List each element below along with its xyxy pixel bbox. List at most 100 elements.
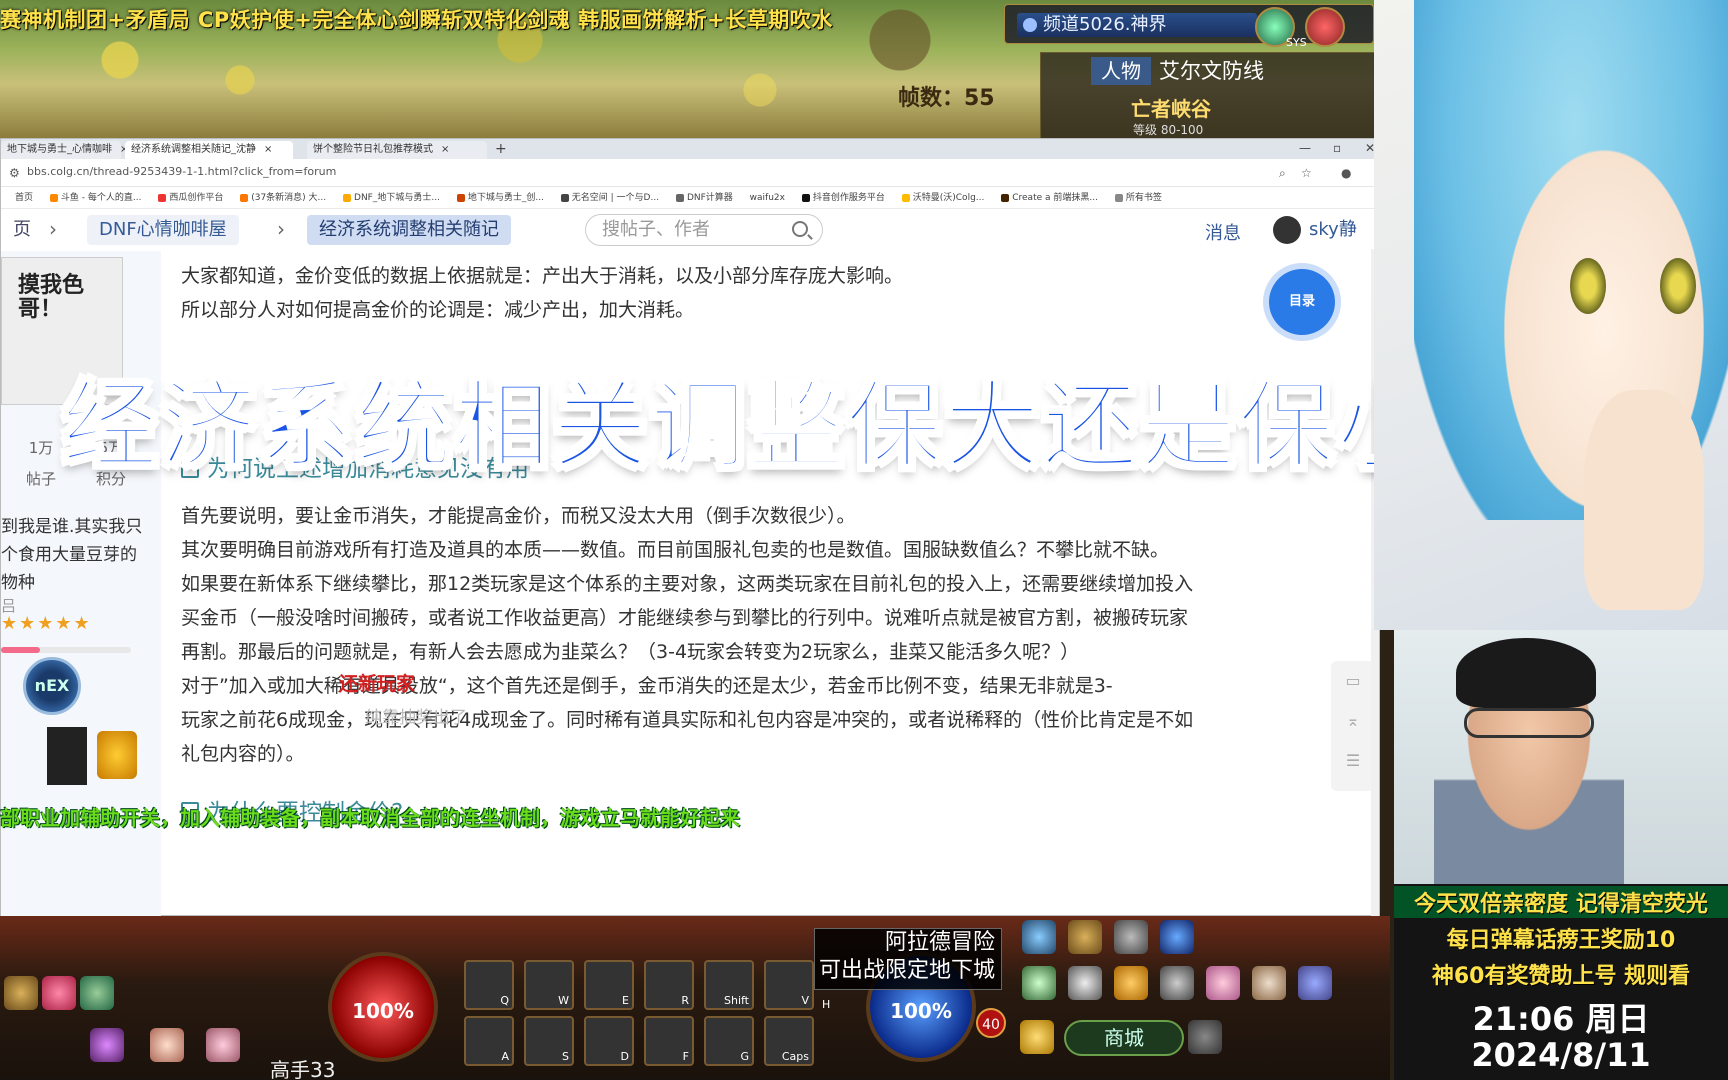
- pet-icon[interactable]: [1160, 920, 1194, 954]
- bookmark-label: DNF计算器: [686, 193, 733, 203]
- hp-orb: 100%: [328, 952, 438, 1062]
- paragraph: 再割。那最后的问题就是，有新人会去愿成为韭菜么？（3-4玩家会转变为2玩家么，韭…: [181, 641, 1080, 663]
- search-icon[interactable]: [792, 221, 808, 237]
- menu-icon[interactable]: [1022, 920, 1056, 954]
- anime-character-overlay: [1374, 0, 1728, 630]
- close-icon[interactable]: ×: [441, 144, 449, 155]
- skill-slot[interactable]: Shift: [704, 960, 754, 1010]
- skill-slot[interactable]: W: [524, 960, 574, 1010]
- comment-icon[interactable]: ▭: [1331, 661, 1375, 701]
- heart-icon[interactable]: [42, 976, 76, 1010]
- breadcrumb-thread[interactable]: 经济系统调整相关随记: [307, 215, 511, 245]
- profile-icon[interactable]: ●: [1341, 166, 1351, 180]
- skill-slot[interactable]: R: [644, 960, 694, 1010]
- bookmark-item[interactable]: 地下城与勇士_创...: [456, 187, 544, 208]
- mail-icon[interactable]: [1022, 966, 1056, 1000]
- user-menu[interactable]: sky静: [1273, 215, 1357, 244]
- shop-button[interactable]: 商城: [1064, 1020, 1184, 1056]
- channel-icon: [1023, 18, 1037, 32]
- item-icon[interactable]: [80, 976, 114, 1010]
- site-settings-icon[interactable]: ⚙: [9, 166, 20, 180]
- bookmark-item[interactable]: 首页: [15, 187, 33, 208]
- close-icon[interactable]: ×: [264, 144, 272, 155]
- skill-key: D: [620, 1050, 629, 1063]
- item-icon[interactable]: [4, 976, 38, 1010]
- paragraph: 对于”加入或加大稀有道具投放“，这个首先还是倒手，金币消失的还是太少，若金币比例…: [181, 675, 1113, 697]
- bookmark-label: Create a 前端抹黑...: [1012, 193, 1098, 203]
- skill-slot[interactable]: F: [644, 1016, 694, 1066]
- bookmark-item[interactable]: 斗鱼 - 每个人的直...: [49, 187, 141, 208]
- skill-slot[interactable]: Caps: [764, 1016, 814, 1066]
- bookmark-icon: [801, 193, 810, 202]
- nex-badge-icon[interactable]: nEX: [23, 657, 81, 715]
- tab-character[interactable]: 人物: [1091, 57, 1151, 85]
- grid-icon[interactable]: [1188, 1020, 1222, 1054]
- menu-orb-icon[interactable]: [1305, 7, 1345, 47]
- browser-tab[interactable]: 地下城与勇士_心情咖啡×: [1, 141, 128, 159]
- rating-stars: ★★★★★: [1, 613, 92, 634]
- skill-key: A: [501, 1050, 509, 1063]
- bookmark-item[interactable]: waifu2x: [750, 187, 785, 208]
- item-icon[interactable]: [90, 1028, 124, 1062]
- chevron-right-icon: ›: [49, 217, 57, 241]
- medal-badge-icon[interactable]: [47, 727, 87, 785]
- gift-icon[interactable]: [1298, 966, 1332, 1000]
- skill-slot[interactable]: A: [464, 1016, 514, 1066]
- bookmark-label: (37条新消息) 大...: [251, 193, 327, 203]
- skill-slot[interactable]: E: [584, 960, 634, 1010]
- skill-key: Caps: [781, 1050, 809, 1063]
- book-icon[interactable]: [1252, 966, 1286, 1000]
- browser-tab[interactable]: 饼个整险节日礼包推荐模式 ×: [307, 141, 487, 159]
- settings-icon[interactable]: [1160, 966, 1194, 1000]
- browser-window: 地下城与勇士_心情咖啡× 经济系统调整相关随记_沈静× 饼个整险节日礼包推荐模式…: [0, 138, 1380, 917]
- skill-slot[interactable]: Q: [464, 960, 514, 1010]
- minimize-icon[interactable]: —: [1299, 141, 1311, 155]
- back-to-top-icon[interactable]: ⌅: [1331, 701, 1375, 741]
- bookmark-item[interactable]: DNF_地下城与勇士...: [343, 187, 440, 208]
- channel-select[interactable]: 频道5026.神界: [1017, 13, 1257, 37]
- skill-slot[interactable]: D: [584, 1016, 634, 1066]
- channel-panel: 频道5026.神界: [1004, 4, 1374, 47]
- quest-icon[interactable]: [1068, 966, 1102, 1000]
- skill-slot[interactable]: S: [524, 1016, 574, 1066]
- dungeon-notice-line: 阿拉德冒险: [884, 930, 995, 955]
- skill-slot[interactable]: V: [764, 960, 814, 1010]
- browser-tab-active[interactable]: 经济系统调整相关随记_沈静 ×: [125, 141, 293, 159]
- breadcrumb-forum[interactable]: DNF心情咖啡屋: [87, 215, 239, 245]
- zoom-icon[interactable]: ⌕: [1279, 166, 1286, 181]
- item-icon[interactable]: [206, 1028, 240, 1062]
- bookmark-icon: [456, 193, 465, 202]
- bookmark-item[interactable]: (37条新消息) 大...: [240, 187, 327, 208]
- bookmark-item[interactable]: 所有书签: [1114, 187, 1162, 208]
- item-icon[interactable]: [150, 1028, 184, 1062]
- bookmark-item[interactable]: 抖音创作服务平台: [801, 187, 885, 208]
- list-icon[interactable]: ☰: [1331, 741, 1375, 781]
- url-input[interactable]: bbs.colg.cn/thread-9253439-1-1.html?clic…: [27, 165, 336, 178]
- bookmark-item[interactable]: Create a 前端抹黑...: [1001, 187, 1098, 208]
- character-eye: [1660, 258, 1696, 314]
- gold-medal-icon[interactable]: [97, 731, 137, 779]
- crown-icon[interactable]: [1068, 920, 1102, 954]
- skill-key: S: [562, 1050, 569, 1063]
- bookmark-item[interactable]: 沃特曼(沃)Colg...: [901, 187, 984, 208]
- avatar-icon[interactable]: [1206, 966, 1240, 1000]
- skill-slot[interactable]: G: [704, 1016, 754, 1066]
- messages-link[interactable]: 消息: [1205, 219, 1241, 245]
- bookmark-item[interactable]: 西瓜创作平台: [158, 187, 223, 208]
- skill-key: R: [681, 994, 689, 1007]
- dungeon-icon[interactable]: [1114, 966, 1148, 1000]
- bookmark-item[interactable]: DNF计算器: [675, 187, 733, 208]
- bookmark-star-icon[interactable]: ☆: [1301, 166, 1312, 180]
- toc-button[interactable]: 目录: [1269, 269, 1335, 335]
- maximize-icon[interactable]: ▫: [1333, 141, 1341, 155]
- danmaku-green: 部职业加辅助开关，加入辅助装备，副本取消全部的连坐机制，游戏立马就能好起来: [0, 806, 740, 830]
- paragraph: 玩家之前花6成现金，现在只有花4成现金了。同时稀有道具实际和礼包内容是冲突的，或…: [181, 709, 1194, 731]
- new-tab-icon[interactable]: +: [495, 141, 507, 157]
- search-input[interactable]: 搜帖子、作者: [585, 214, 823, 246]
- gear-icon[interactable]: [1114, 920, 1148, 954]
- bookmark-item[interactable]: 无名空间 | 一个与D...: [560, 187, 659, 208]
- level-progress-bar: [1, 647, 131, 653]
- bell-icon[interactable]: [1020, 1020, 1054, 1054]
- map-area: 亡者峡谷: [1131, 97, 1211, 121]
- breadcrumb-home[interactable]: 页: [1, 215, 43, 245]
